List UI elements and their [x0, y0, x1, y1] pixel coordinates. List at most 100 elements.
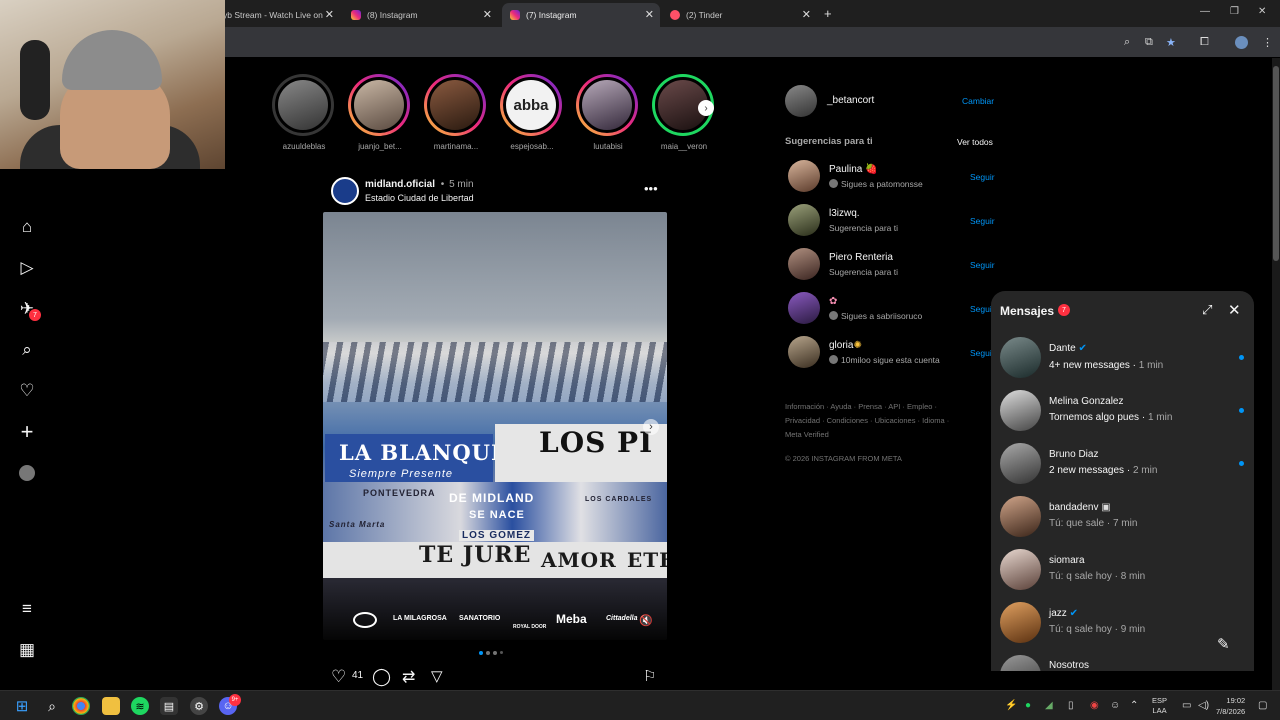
home-icon[interactable]: ⌂: [17, 217, 37, 237]
tray-icon[interactable]: ⚡: [1005, 700, 1017, 711]
story-item[interactable]: luutabisi: [576, 74, 640, 151]
file-explorer-icon[interactable]: [102, 697, 120, 715]
suggestion-avatar[interactable]: [788, 160, 820, 192]
discord-tray-icon[interactable]: ☺: [1110, 700, 1120, 711]
tab-instagram-7[interactable]: (7) Instagram ✕: [502, 3, 660, 27]
share-icon[interactable]: ▽: [431, 667, 443, 685]
story-item[interactable]: azuuldeblas: [272, 74, 336, 151]
comment-icon[interactable]: ◯: [372, 667, 391, 687]
tab-kick-stream[interactable]: yb Stream - Watch Live on ✕: [215, 3, 340, 27]
close-icon[interactable]: ✕: [325, 8, 334, 21]
close-icon[interactable]: ✕: [645, 8, 654, 21]
thread-avatar[interactable]: [1000, 390, 1041, 431]
more-menu-icon[interactable]: ≡: [17, 599, 37, 619]
minimize-icon[interactable]: —: [1200, 6, 1210, 17]
suggestion-avatar[interactable]: [788, 204, 820, 236]
follow-button[interactable]: Seguir: [970, 172, 995, 182]
repost-icon[interactable]: ⇄: [402, 667, 415, 687]
post-location[interactable]: Estadio Ciudad de Libertad: [365, 193, 474, 203]
story-item[interactable]: abba espejosab...: [500, 74, 564, 151]
suggestion-name[interactable]: l3izwq.: [829, 208, 860, 219]
follow-button[interactable]: Seguir: [970, 216, 995, 226]
bookmark-star-icon[interactable]: ★: [1166, 36, 1176, 49]
steam-icon[interactable]: ⚙: [190, 697, 208, 715]
apps-icon[interactable]: ▦: [17, 640, 37, 660]
create-plus-icon[interactable]: +: [17, 419, 37, 444]
thread-name[interactable]: Nosotros: [1049, 660, 1089, 671]
spotify-tray-icon[interactable]: ●: [1025, 700, 1031, 711]
save-bookmark-icon[interactable]: ⚐: [643, 667, 656, 685]
switch-account-link[interactable]: Cambiar: [962, 96, 994, 106]
thread-avatar[interactable]: [1000, 602, 1041, 643]
profile-avatar[interactable]: [19, 465, 35, 481]
account-avatar[interactable]: [785, 85, 817, 117]
account-username[interactable]: _betancort: [827, 95, 874, 106]
thread-name[interactable]: jazz ✔: [1049, 608, 1078, 619]
steam-tray-icon[interactable]: ◉: [1090, 700, 1099, 711]
tab-instagram-8[interactable]: (8) Instagram ✕: [343, 3, 498, 27]
thread-avatar[interactable]: [1000, 549, 1041, 590]
search-icon[interactable]: ⌕: [43, 697, 61, 715]
footer-line[interactable]: Meta Verified: [785, 428, 985, 442]
compose-icon[interactable]: ✎: [1217, 635, 1230, 653]
suggestion-name[interactable]: ✿: [829, 296, 837, 307]
chevron-up-icon[interactable]: ⌃: [1130, 700, 1138, 711]
restore-icon[interactable]: ❐: [1230, 6, 1239, 17]
heart-icon[interactable]: ♡: [17, 381, 37, 401]
chrome-icon[interactable]: [72, 697, 90, 715]
post-image[interactable]: LA BLANQUITA Siempre Presente LOS PI DE …: [323, 212, 667, 640]
language-indicator[interactable]: ESP LAA: [1152, 696, 1167, 716]
network-icon[interactable]: ▭: [1182, 700, 1191, 711]
thread-avatar[interactable]: [1000, 337, 1041, 378]
suggestion-name[interactable]: gloria✺: [829, 340, 862, 351]
zoom-icon[interactable]: ⌕: [1124, 36, 1130, 49]
mute-icon[interactable]: 🔇: [639, 614, 653, 627]
like-heart-icon[interactable]: ♡: [331, 667, 346, 687]
story-item[interactable]: juanjo_bet...: [348, 74, 412, 151]
terminal-icon[interactable]: ▤: [160, 697, 178, 715]
volume-icon[interactable]: ◁): [1198, 700, 1209, 711]
profile-avatar[interactable]: [1235, 36, 1248, 49]
expand-icon[interactable]: ⤢: [1202, 302, 1212, 318]
story-item[interactable]: martinama...: [424, 74, 488, 151]
footer-line[interactable]: Privacidad · Condiciones · Ubicaciones ·…: [785, 414, 985, 428]
suggestion-avatar[interactable]: [788, 336, 820, 368]
suggestion-avatar[interactable]: [788, 292, 820, 324]
next-slide-icon[interactable]: ›: [643, 419, 659, 435]
chevron-right-icon[interactable]: ›: [698, 100, 714, 116]
nvidia-tray-icon[interactable]: ◢: [1045, 700, 1053, 711]
thread-avatar[interactable]: [1000, 655, 1041, 671]
windows-start-icon[interactable]: ⊞: [13, 697, 31, 715]
suggestion-avatar[interactable]: [788, 248, 820, 280]
scrollbar-thumb[interactable]: [1273, 66, 1279, 261]
close-icon[interactable]: ✕: [1228, 301, 1241, 319]
new-tab-button[interactable]: +: [824, 6, 832, 21]
spotify-icon[interactable]: ≋: [131, 697, 149, 715]
reels-icon[interactable]: ▷: [17, 258, 37, 278]
see-all-link[interactable]: Ver todos: [957, 137, 993, 147]
tab-tinder[interactable]: (2) Tinder ✕: [662, 3, 817, 27]
messages-title[interactable]: Mensajes: [1000, 304, 1054, 318]
thread-name[interactable]: Dante ✔: [1049, 343, 1087, 354]
suggestion-name[interactable]: Piero Renteria: [829, 252, 893, 263]
close-icon[interactable]: ✕: [802, 8, 811, 21]
post-author-avatar[interactable]: [331, 177, 359, 205]
clock[interactable]: 19:02 7/8/2026: [1216, 695, 1245, 717]
suggestion-name[interactable]: Paulina 🍓: [829, 164, 878, 175]
follow-button[interactable]: Seguir: [970, 260, 995, 270]
close-window-icon[interactable]: ✕: [1258, 6, 1266, 17]
thread-avatar[interactable]: [1000, 443, 1041, 484]
usb-tray-icon[interactable]: ▯: [1068, 700, 1074, 711]
install-app-icon[interactable]: ⧉: [1145, 36, 1153, 49]
scrollbar[interactable]: [1272, 58, 1280, 690]
post-author[interactable]: midland.oficial: [365, 179, 435, 190]
close-icon[interactable]: ✕: [483, 8, 492, 21]
thread-avatar[interactable]: [1000, 496, 1041, 537]
thread-name[interactable]: siomara: [1049, 555, 1085, 566]
footer-line[interactable]: Información · Ayuda · Prensa · API · Emp…: [785, 400, 985, 414]
extensions-icon[interactable]: ⧠: [1200, 36, 1209, 49]
more-options-icon[interactable]: •••: [644, 181, 658, 196]
thread-name[interactable]: bandadenv ▣: [1049, 502, 1111, 513]
like-count[interactable]: 41: [352, 670, 363, 681]
footer-links[interactable]: Información · Ayuda · Prensa · API · Emp…: [785, 400, 985, 442]
